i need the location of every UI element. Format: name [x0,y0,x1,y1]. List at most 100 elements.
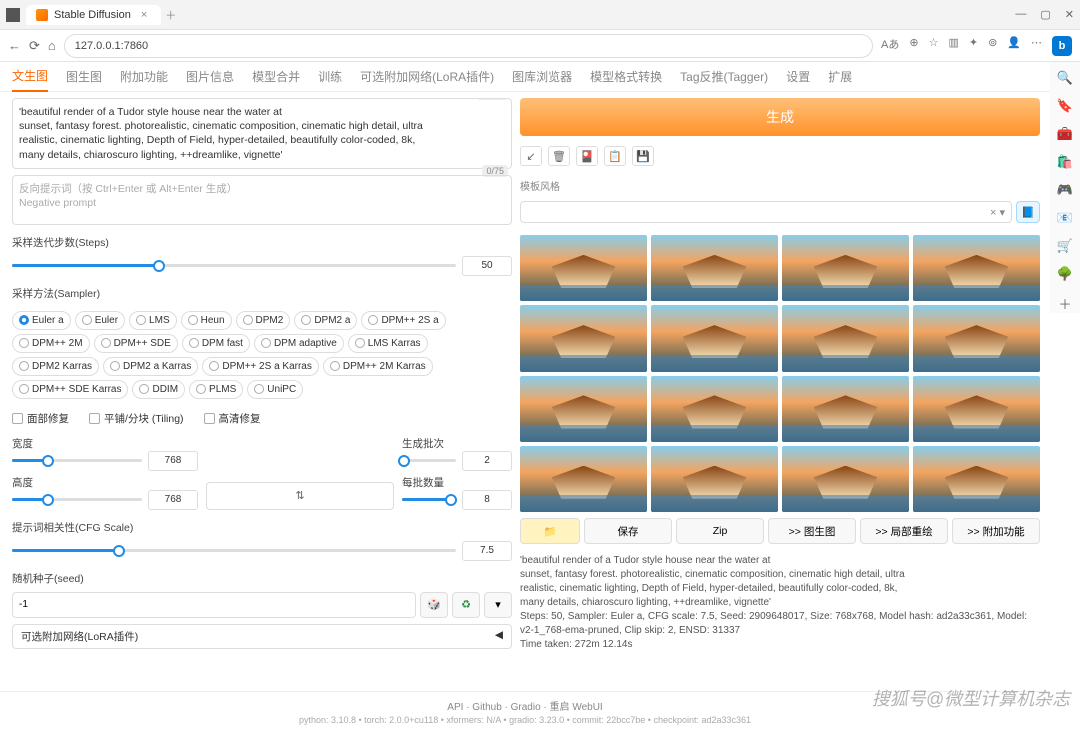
cfg-value[interactable]: 7.5 [462,541,512,561]
browser-tab[interactable]: Stable Diffusion × [26,5,161,25]
favorite-icon[interactable]: ☆ [929,36,939,56]
width-slider[interactable] [12,459,142,462]
cfg-slider[interactable] [12,549,456,552]
tab-3[interactable]: 图片信息 [186,62,234,91]
sampler-option[interactable]: DPM++ SDE [94,334,178,353]
clear-prompt-icon[interactable]: 🗑 [548,146,570,166]
bing-icon[interactable]: b [1052,36,1072,56]
sampler-option[interactable]: DPM++ 2M Karras [323,357,433,376]
zip-button[interactable]: Zip [676,518,764,544]
gallery-image[interactable] [520,305,647,371]
gallery-image[interactable] [782,235,909,301]
window-close-icon[interactable]: ✕ [1065,8,1074,21]
hires-checkbox[interactable]: 高清修复 [204,411,261,426]
shopping-icon[interactable]: 🛍️ [1057,154,1073,170]
back-icon[interactable]: ← [8,38,21,53]
tab-10[interactable]: 设置 [786,62,810,91]
send-extras-button[interactable]: >> 附加功能 [952,518,1040,544]
face-restore-checkbox[interactable]: 面部修复 [12,411,69,426]
tiling-checkbox[interactable]: 平铺/分块 (Tiling) [89,411,184,426]
tab-close-icon[interactable]: × [137,9,151,21]
gallery-image[interactable] [782,446,909,512]
gallery-image[interactable] [913,235,1040,301]
tab-8[interactable]: 模型格式转换 [590,62,662,91]
menu-icon[interactable]: ⋯ [1031,36,1042,56]
gallery-image[interactable] [782,376,909,442]
reuse-seed-button[interactable]: ♻ [452,592,480,618]
styles-icon[interactable]: 🎴 [576,146,598,166]
tab-5[interactable]: 训练 [318,62,342,91]
tab-1[interactable]: 图生图 [66,62,102,91]
save-button[interactable]: 保存 [584,518,672,544]
extra-seed-toggle[interactable]: ▾ [484,592,512,618]
save-style-icon[interactable]: 💾 [632,146,654,166]
sampler-option[interactable]: LMS [129,311,177,330]
batch-size-slider[interactable] [402,498,456,501]
sampler-option[interactable]: DPM++ SDE Karras [12,380,128,399]
send-img2img-button[interactable]: >> 图生图 [768,518,856,544]
random-seed-button[interactable]: 🎲 [420,592,448,618]
sampler-option[interactable]: UniPC [247,380,303,399]
generate-button[interactable]: 生成 [520,98,1040,136]
send-inpaint-button[interactable]: >> 局部重绘 [860,518,948,544]
clipboard-icon[interactable]: 📋 [604,146,626,166]
batch-count-slider[interactable] [402,459,456,462]
tab-9[interactable]: Tag反推(Tagger) [680,62,768,91]
sampler-option[interactable]: PLMS [189,380,243,399]
gallery-image[interactable] [651,235,778,301]
sampler-option[interactable]: DPM2 [236,311,291,330]
sampler-option[interactable]: DPM++ 2M [12,334,90,353]
outlook-icon[interactable]: 📧 [1057,210,1073,226]
apply-style-button[interactable]: 📘 [1016,201,1040,223]
arrow-tool-icon[interactable]: ↙ [520,146,542,166]
refresh-icon[interactable]: ⟳ [29,38,40,54]
tab-6[interactable]: 可选附加网络(LoRA插件) [360,62,494,91]
sampler-option[interactable]: DPM2 a [294,311,357,330]
performance-icon[interactable]: ⊚ [988,36,997,56]
sampler-option[interactable]: DPM++ 2S a [361,311,445,330]
translate-icon[interactable]: Aあ [881,36,899,56]
swap-dimensions-button[interactable]: ⇅ [206,482,394,510]
sampler-option[interactable]: Euler [75,311,125,330]
url-input[interactable]: 127.0.0.1:7860 [64,34,873,58]
reader-icon[interactable]: ⊕ [909,36,918,56]
extensions-icon[interactable]: ✦ [969,36,978,56]
compose-icon[interactable]: 🔖 [1057,98,1073,114]
sampler-option[interactable]: DPM fast [182,334,250,353]
gallery-image[interactable] [913,305,1040,371]
seed-input[interactable] [12,592,416,618]
sampler-option[interactable]: DDIM [132,380,185,399]
open-folder-button[interactable]: 📁 [520,518,580,544]
search-icon[interactable]: 🔍 [1057,70,1073,86]
home-icon[interactable]: ⌂ [48,38,56,53]
sampler-option[interactable]: DPM2 Karras [12,357,99,376]
games-icon[interactable]: 🎮 [1057,182,1073,198]
tab-7[interactable]: 图库浏览器 [512,62,572,91]
prompt-input[interactable]: 'beautiful render of a Tudor style house… [12,98,512,169]
gallery-image[interactable] [520,446,647,512]
gallery-image[interactable] [913,376,1040,442]
add-sidebar-icon[interactable]: ＋ [1058,294,1071,313]
width-value[interactable]: 768 [148,451,198,471]
gallery-image[interactable] [651,376,778,442]
gallery-image[interactable] [520,376,647,442]
height-value[interactable]: 768 [148,490,198,510]
coupons-icon[interactable]: 🛒 [1057,238,1073,254]
steps-slider[interactable] [12,264,456,267]
sampler-option[interactable]: Euler a [12,311,71,330]
steps-value[interactable]: 50 [462,256,512,276]
sampler-option[interactable]: LMS Karras [348,334,428,353]
new-tab-button[interactable]: ＋ [161,7,180,23]
batch-size-value[interactable]: 8 [462,490,512,510]
negative-prompt-input[interactable]: 反向提示词（按 Ctrl+Enter 或 Alt+Enter 生成） Negat… [12,175,512,225]
sampler-option[interactable]: DPM2 a Karras [103,357,198,376]
gallery-image[interactable] [651,446,778,512]
tools-icon[interactable]: 🧰 [1057,126,1073,142]
tree-icon[interactable]: 🌳 [1057,266,1073,282]
style-select[interactable]: × ▾ [520,201,1012,223]
tab-0[interactable]: 文生图 [12,61,48,92]
sampler-option[interactable]: DPM++ 2S a Karras [202,357,318,376]
sampler-option[interactable]: DPM adaptive [254,334,344,353]
tab-2[interactable]: 附加功能 [120,62,168,91]
gallery-image[interactable] [520,235,647,301]
